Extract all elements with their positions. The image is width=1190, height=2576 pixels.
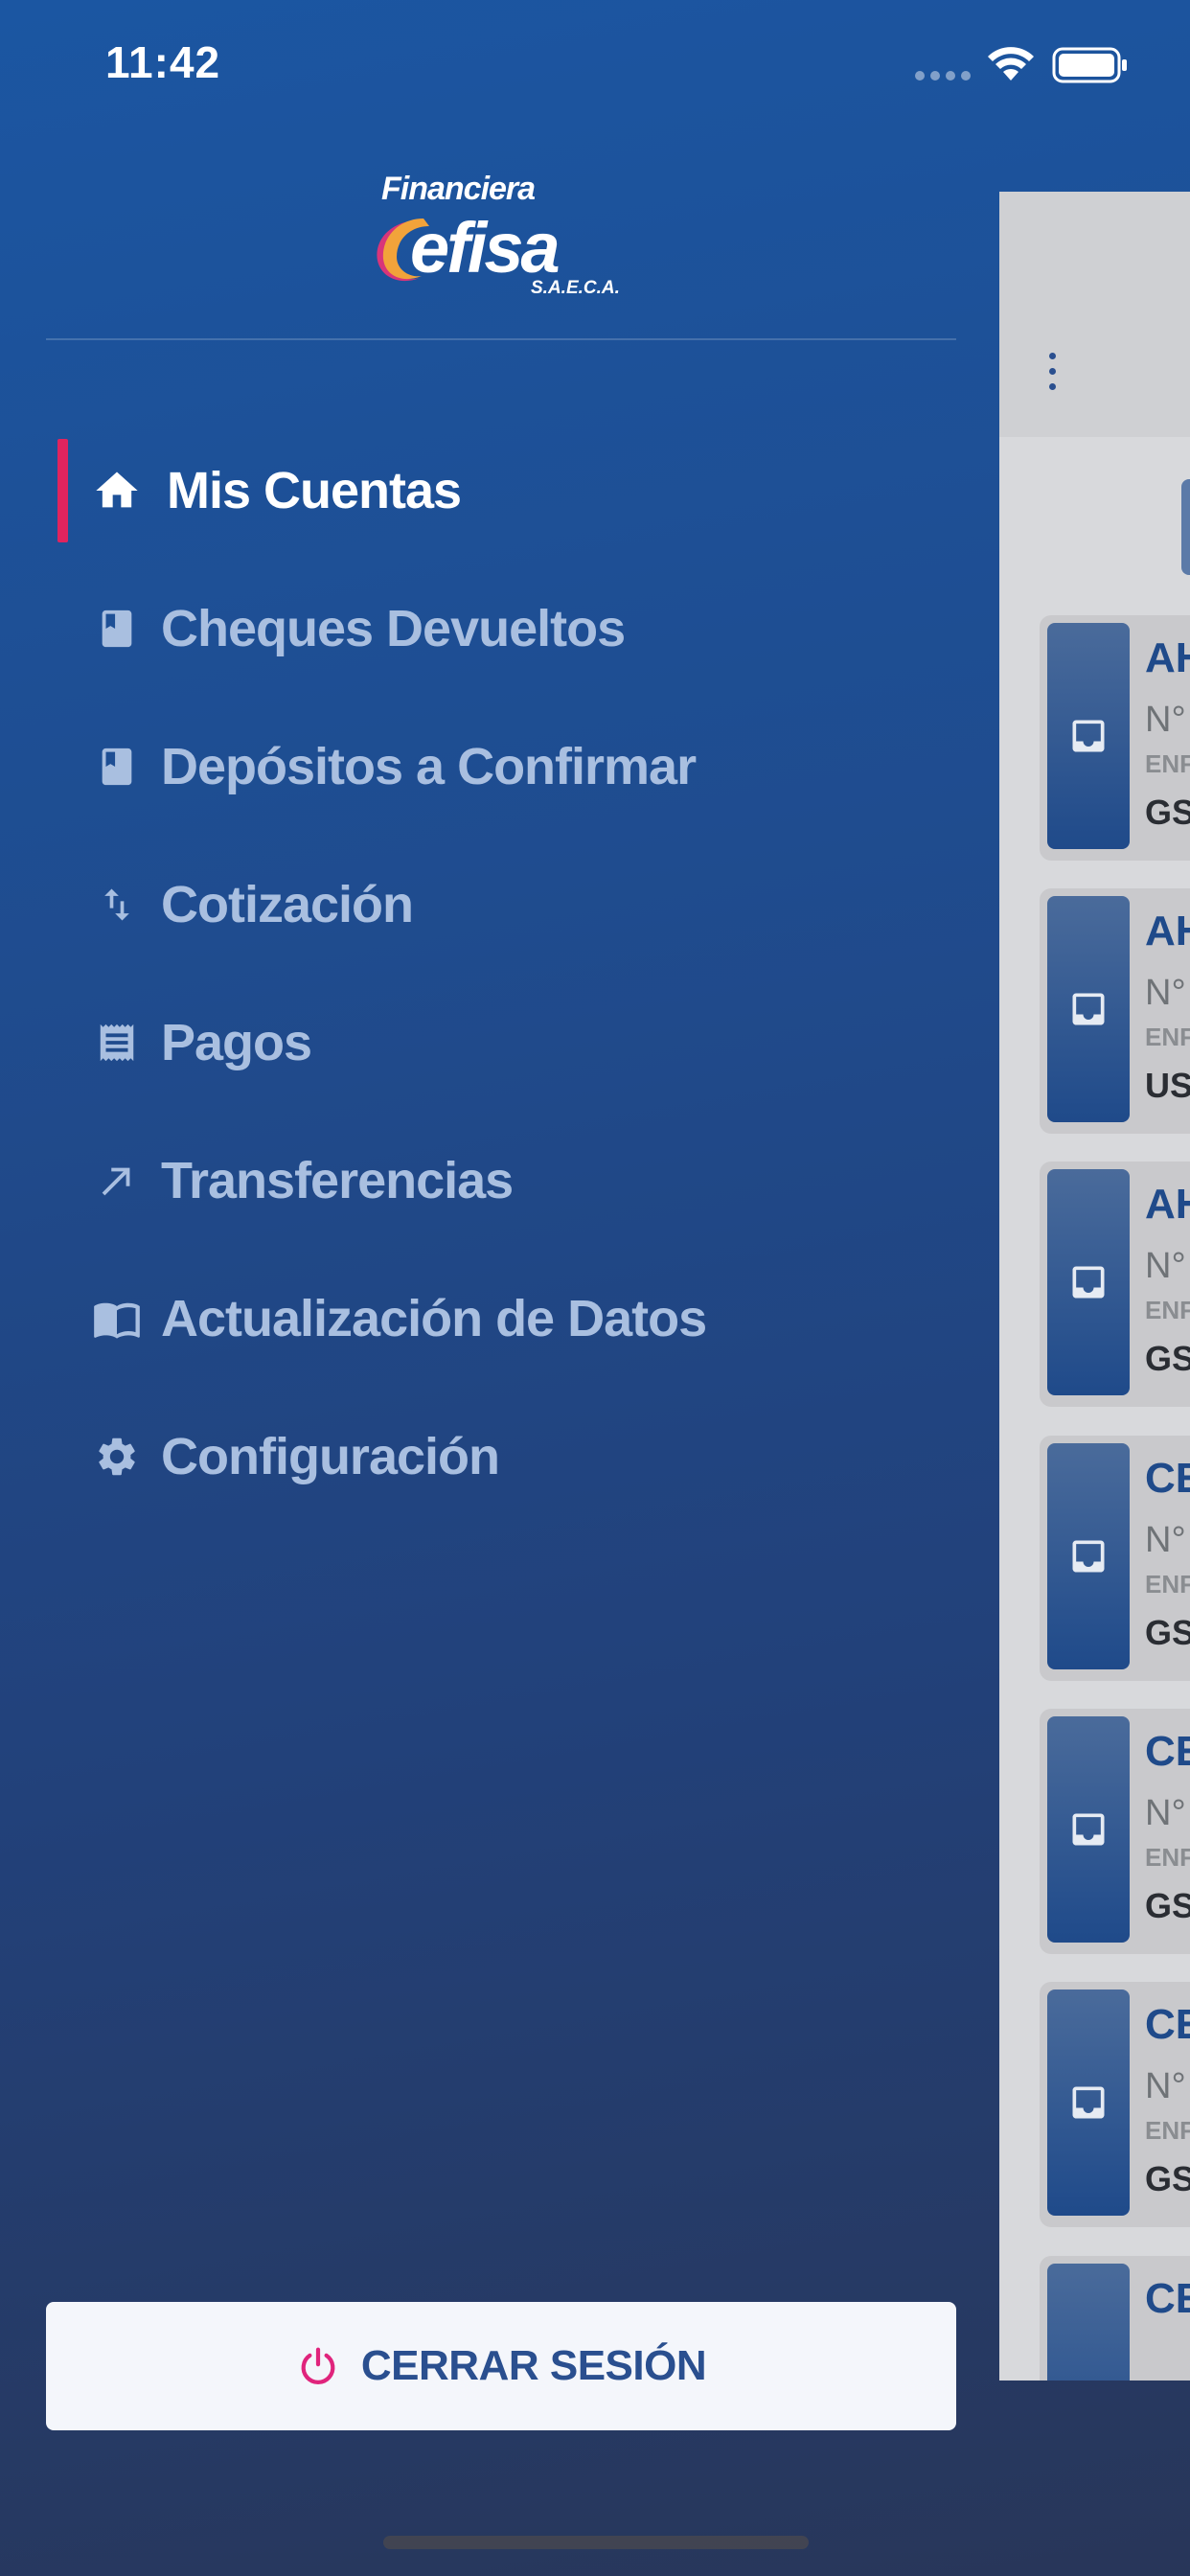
account-card: CE N° ENF GS: [1040, 1982, 1190, 2227]
inbox-icon: [1047, 2264, 1130, 2380]
account-subtitle: ENF: [1145, 1843, 1190, 1872]
account-number: N°: [1145, 1793, 1186, 1833]
menu-item-label: Cotización: [161, 876, 414, 933]
account-name: CE: [1145, 1455, 1190, 1502]
account-subtitle: ENF: [1145, 1570, 1190, 1598]
account-name: CE: [1145, 1728, 1190, 1775]
menu-item-label: Transferencias: [161, 1152, 514, 1209]
inbox-icon: [1047, 1443, 1130, 1669]
account-name: AH: [1145, 908, 1190, 954]
menu-item-label: Mis Cuentas: [167, 462, 462, 519]
account-currency: US: [1145, 1066, 1190, 1105]
cefisa-logo: Financiera efisa S.A.E.C.A.: [377, 171, 620, 298]
account-subtitle: ENF: [1145, 1296, 1190, 1324]
account-name: CE: [1145, 2001, 1190, 2048]
active-indicator: [57, 439, 68, 542]
account-currency: GS: [1145, 793, 1190, 832]
header-divider: [46, 338, 956, 340]
account-name: CE: [1145, 2275, 1190, 2322]
svg-text:Financiera: Financiera: [381, 171, 535, 207]
account-number: N°: [1145, 2066, 1186, 2106]
account-subtitle: ENF: [1145, 749, 1190, 778]
account-subtitle: ENF: [1145, 2116, 1190, 2145]
menu-item-mis-cuentas[interactable]: Mis Cuentas: [0, 422, 958, 560]
swap-vertical-icon: [92, 880, 142, 930]
book-icon: [92, 604, 142, 654]
wifi-icon: [988, 47, 1034, 80]
account-card: AH N° ENF US: [1040, 888, 1190, 1134]
arrow-up-right-icon: [92, 1156, 142, 1206]
account-currency: GS: [1145, 1613, 1190, 1652]
menu-item-label: Pagos: [161, 1014, 312, 1071]
account-card: CE: [1040, 2256, 1190, 2380]
open-book-icon: [92, 1294, 142, 1344]
side-menu: Mis Cuentas Cheques Devueltos Depósitos …: [0, 422, 958, 1526]
account-card: AH N° ENF GS: [1040, 615, 1190, 861]
menu-item-cheques-devueltos[interactable]: Cheques Devueltos: [0, 560, 958, 698]
account-name: AH: [1145, 1181, 1190, 1228]
status-bar: 11:42: [0, 0, 1190, 129]
cellular-signal-icon: [915, 71, 971, 80]
logout-button[interactable]: CERRAR SESIÓN: [46, 2302, 956, 2430]
account-name: AH: [1145, 634, 1190, 681]
menu-item-depositos-a-confirmar[interactable]: Depósitos a Confirmar: [0, 698, 958, 836]
menu-item-label: Cheques Devueltos: [161, 600, 626, 657]
menu-item-pagos[interactable]: Pagos: [0, 974, 958, 1112]
menu-item-configuracion[interactable]: Configuración: [0, 1388, 958, 1526]
svg-text:S.A.E.C.A.: S.A.E.C.A.: [531, 278, 620, 298]
account-card: CE N° ENF GS: [1040, 1709, 1190, 1954]
menu-item-label: Depósitos a Confirmar: [161, 738, 697, 795]
battery-icon: [1052, 47, 1127, 83]
account-number: N°: [1145, 1520, 1186, 1560]
account-subtitle: ENF: [1145, 1023, 1190, 1051]
menu-item-label: Actualización de Datos: [161, 1290, 707, 1347]
book-icon: [92, 742, 142, 792]
background-screen[interactable]: AH N° ENF GS AH N° ENF US AH N° ENF GS C…: [999, 192, 1190, 2380]
account-number: N°: [1145, 1246, 1186, 1286]
account-number: N°: [1145, 973, 1186, 1013]
power-icon: [301, 2347, 335, 2384]
inbox-icon: [1047, 1990, 1130, 2216]
account-currency: GS: [1145, 2159, 1190, 2198]
more-options-icon: [1047, 353, 1057, 391]
gear-icon: [92, 1432, 142, 1482]
status-time: 11:42: [105, 37, 221, 87]
svg-text:efisa: efisa: [410, 208, 559, 288]
menu-item-transferencias[interactable]: Transferencias: [0, 1112, 958, 1250]
menu-item-cotizacion[interactable]: Cotización: [0, 836, 958, 974]
account-currency: GS: [1145, 1886, 1190, 1925]
home-indicator[interactable]: [383, 2536, 809, 2549]
account-currency: GS: [1145, 1339, 1190, 1378]
home-icon: [92, 466, 142, 516]
account-card: CE N° ENF GS: [1040, 1436, 1190, 1681]
account-card: AH N° ENF GS: [1040, 1162, 1190, 1407]
menu-item-actualizacion-de-datos[interactable]: Actualización de Datos: [0, 1250, 958, 1388]
account-number: N°: [1145, 700, 1186, 740]
inbox-icon: [1047, 1169, 1130, 1395]
inbox-icon: [1047, 896, 1130, 1122]
inbox-icon: [1047, 1716, 1130, 1943]
background-tab-pill: [1181, 479, 1190, 575]
logout-label: CERRAR SESIÓN: [360, 2342, 707, 2389]
menu-item-label: Configuración: [161, 1428, 500, 1485]
receipt-icon: [92, 1018, 142, 1068]
background-header: [999, 192, 1190, 437]
inbox-icon: [1047, 623, 1130, 849]
